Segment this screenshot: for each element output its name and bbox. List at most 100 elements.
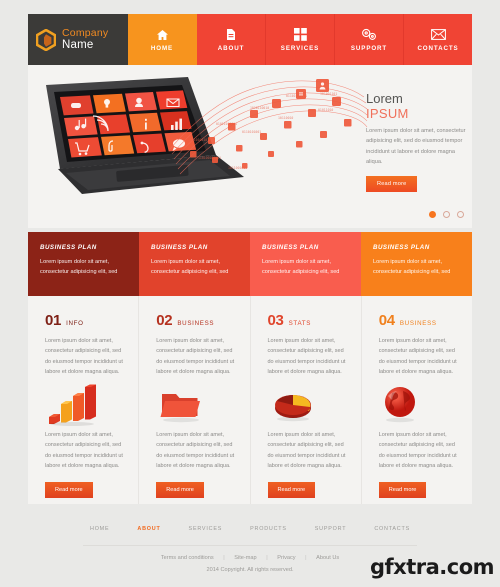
slider-dot-2[interactable] xyxy=(443,211,450,218)
plan-title-4: BUSINESS PLAN xyxy=(373,244,430,251)
plan-card-2[interactable]: BUSINESS PLAN Lorem ipsum dolor sit amet… xyxy=(139,232,250,296)
home-icon xyxy=(156,27,169,42)
globe-icon xyxy=(379,382,458,428)
nav-item-about[interactable]: ABOUT xyxy=(197,14,266,65)
footer-nav: HOME ABOUT SERVICES PRODUCTS SUPPORT CON… xyxy=(28,504,472,532)
page-root: Company Name HOME ABOUT SERVICES SUPPORT… xyxy=(0,0,500,587)
column-heading-2: 02 BUSINESS xyxy=(156,312,235,329)
gears-icon xyxy=(361,27,377,42)
hero-title-1: Lorem xyxy=(366,91,403,106)
data-swoosh-illustration: 1011010010101011010011 10101100100110100… xyxy=(168,75,368,185)
slider-dot-1[interactable] xyxy=(429,211,436,218)
svg-text:1010110010: 1010110010 xyxy=(250,106,269,110)
footer-link-about-us[interactable]: About Us xyxy=(316,555,339,561)
plan-text-1: Lorem ipsum dolor sit amet, consectetur … xyxy=(40,259,118,275)
footer-nav-support[interactable]: SUPPORT xyxy=(315,526,347,532)
footer-nav-contacts[interactable]: CONTACTS xyxy=(374,526,410,532)
footer-nav-services[interactable]: SERVICES xyxy=(189,526,223,532)
plan-card-3[interactable]: BUSINESS PLAN Lorem ipsum dolor sit amet… xyxy=(250,232,361,296)
nav-label-support: SUPPORT xyxy=(350,45,388,52)
footer-nav-products[interactable]: PRODUCTS xyxy=(250,526,287,532)
watermark: gfxtra.com xyxy=(369,555,495,579)
hero-title-2: IPSUM xyxy=(366,106,409,121)
logo-line-2: Name xyxy=(62,38,94,51)
column-read-more-button-4[interactable]: Read more xyxy=(378,481,427,498)
main-nav: HOME ABOUT SERVICES SUPPORT CONTACTS xyxy=(128,14,472,65)
logo-line-1: Company xyxy=(62,26,109,39)
pie-chart-icon xyxy=(268,382,347,428)
plan-text-2: Lorem ipsum dolor sit amet, consectetur … xyxy=(151,259,229,275)
column-text-bottom-3: Lorem ipsum dolor sit amet, consectetur … xyxy=(267,431,346,470)
footer-link-privacy[interactable]: Privacy xyxy=(277,555,295,561)
plan-title-2: BUSINESS PLAN xyxy=(151,244,208,251)
column-read-more-button-2[interactable]: Read more xyxy=(156,481,204,498)
feature-column-1: 01 INFO Lorem ipsum dolor sit amet, cons… xyxy=(28,296,138,504)
plan-card-1[interactable]: BUSINESS PLAN Lorem ipsum dolor sit amet… xyxy=(28,232,139,296)
column-word-3: STATS xyxy=(288,320,312,327)
grid-icon xyxy=(293,27,307,42)
folder-icon xyxy=(156,382,235,428)
column-number-4: 04 xyxy=(378,312,395,329)
footer-link-terms[interactable]: Terms and conditions xyxy=(161,555,214,561)
nav-item-services[interactable]: SERVICES xyxy=(266,14,335,65)
slider-dots xyxy=(429,211,464,218)
plan-title-3: BUSINESS PLAN xyxy=(262,244,319,251)
hero-read-more-button[interactable]: Read more xyxy=(366,176,418,193)
document-icon xyxy=(226,27,236,42)
column-heading-3: 03 STATS xyxy=(268,312,347,329)
svg-text:10110100101: 10110100101 xyxy=(188,138,209,142)
column-word-1: INFO xyxy=(66,320,84,327)
footer-link-divider-1: | xyxy=(223,555,225,561)
footer-nav-home[interactable]: HOME xyxy=(90,526,109,532)
feature-column-2: 02 BUSINESS Lorem ipsum dolor sit amet, … xyxy=(138,296,249,504)
plan-card-4[interactable]: BUSINESS PLAN Lorem ipsum dolor sit amet… xyxy=(361,232,472,296)
column-word-4: BUSINESS xyxy=(399,320,437,327)
site-header: Company Name HOME ABOUT SERVICES SUPPORT… xyxy=(28,14,472,65)
column-number-2: 02 xyxy=(156,312,173,329)
column-word-2: BUSINESS xyxy=(177,320,215,327)
column-text-bottom-1: Lorem ipsum dolor sit amet, consectetur … xyxy=(45,431,123,470)
plan-title-1: BUSINESS PLAN xyxy=(40,244,97,251)
footer-divider xyxy=(83,545,417,546)
plan-text-4: Lorem ipsum dolor sit amet, consectetur … xyxy=(373,259,451,275)
hero-paragraph: Lorem ipsum dolor sit amet, consectetur … xyxy=(366,128,466,166)
nav-item-support[interactable]: SUPPORT xyxy=(335,14,404,65)
feature-columns: 01 INFO Lorem ipsum dolor sit amet, cons… xyxy=(28,296,472,504)
bar-chart-3d-icon xyxy=(45,382,124,428)
logo-text: Company Name xyxy=(62,26,109,51)
column-read-more-button-1[interactable]: Read more xyxy=(45,481,93,498)
column-text-top-4: Lorem ipsum dolor sit amet, consectetur … xyxy=(378,338,457,376)
footer-nav-about[interactable]: ABOUT xyxy=(137,526,160,532)
nav-label-services: SERVICES xyxy=(280,45,320,52)
business-plan-strip: BUSINESS PLAN Lorem ipsum dolor sit amet… xyxy=(28,232,472,296)
plan-text-3: Lorem ipsum dolor sit amet, consectetur … xyxy=(262,259,340,275)
column-heading-1: 01 INFO xyxy=(45,312,124,329)
feature-column-4: 04 BUSINESS Lorem ipsum dolor sit amet, … xyxy=(360,296,472,504)
nav-item-home[interactable]: HOME xyxy=(128,14,197,65)
column-read-more-button-3[interactable]: Read more xyxy=(267,481,316,498)
column-text-top-2: Lorem ipsum dolor sit amet, consectetur … xyxy=(156,338,235,376)
hexagon-ring-icon xyxy=(35,27,57,52)
footer-link-sitemap[interactable]: Site-map xyxy=(234,555,256,561)
column-text-bottom-4: Lorem ipsum dolor sit amet, consectetur … xyxy=(378,431,457,470)
hero-slider: 1011010010101011010011 10101100100110100… xyxy=(28,65,472,228)
column-heading-4: 04 BUSINESS xyxy=(379,312,458,329)
svg-text:0110101001: 0110101001 xyxy=(242,130,261,134)
footer-link-divider-3: | xyxy=(305,555,307,561)
hero-copy: Lorem IPSUM Lorem ipsum dolor sit amet, … xyxy=(366,91,466,193)
slider-dot-3[interactable] xyxy=(457,211,464,218)
column-number-1: 01 xyxy=(45,312,62,329)
column-text-bottom-2: Lorem ipsum dolor sit amet, consectetur … xyxy=(156,431,235,470)
column-text-top-3: Lorem ipsum dolor sit amet, consectetur … xyxy=(267,338,346,376)
nav-label-home: HOME xyxy=(150,45,174,52)
nav-item-contacts[interactable]: CONTACTS xyxy=(404,14,472,65)
envelope-icon xyxy=(430,27,446,42)
nav-label-contacts: CONTACTS xyxy=(417,45,459,52)
logo[interactable]: Company Name xyxy=(28,14,128,65)
svg-text:01011010: 01011010 xyxy=(318,108,333,112)
footer-link-divider-2: | xyxy=(266,555,268,561)
svg-text:10110010: 10110010 xyxy=(278,116,293,120)
column-number-3: 03 xyxy=(267,312,284,329)
nav-label-about: ABOUT xyxy=(217,45,245,52)
svg-text:101001101: 101001101 xyxy=(320,92,337,96)
